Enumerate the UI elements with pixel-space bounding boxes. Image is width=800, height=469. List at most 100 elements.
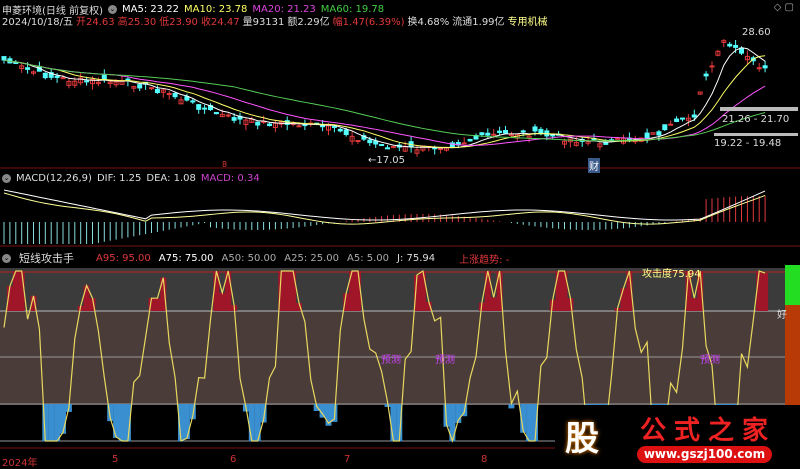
collapse-icon[interactable]: ⌄ (2, 174, 11, 183)
dif-value: DIF: 1.25 (96, 173, 142, 184)
candle (438, 147, 444, 150)
attack-fill (691, 298, 698, 311)
candle (267, 123, 272, 127)
candle (691, 114, 697, 118)
candle (733, 45, 739, 48)
attack-label: 攻击度75.94 (642, 269, 701, 280)
candle (13, 62, 19, 65)
zone-lower-label: 19.22 - 19.48 (714, 138, 782, 149)
candle (461, 142, 467, 145)
candle (497, 130, 503, 134)
dif-line (3, 189, 766, 221)
candle (166, 93, 172, 96)
weak-fill (60, 404, 66, 434)
attack-fill (620, 288, 627, 311)
macd-title[interactable]: MACD(12,26,9) (16, 173, 92, 184)
attack-fill (490, 297, 497, 311)
a50-value: A50: 50.00 (221, 252, 277, 264)
weak-fill (54, 404, 61, 442)
watermark: 股 公式之家 www.gszj100.com (555, 405, 800, 466)
candle (337, 128, 343, 132)
weak-fill (390, 404, 397, 442)
attack-fill (154, 298, 161, 311)
candle (491, 133, 497, 136)
candle (225, 114, 231, 117)
axis-label-6: 6 (230, 454, 237, 465)
candle (739, 47, 744, 54)
ma60-line (3, 59, 766, 142)
candle (485, 132, 491, 136)
candle (656, 131, 662, 136)
axis-label-5: 5 (112, 454, 119, 465)
candle (25, 67, 31, 70)
candle (644, 132, 650, 139)
candle (680, 117, 685, 120)
a5-value: A5: 5.00 (347, 252, 390, 264)
candle (60, 77, 66, 80)
event-marker[interactable]: 8 (222, 160, 227, 169)
weak-fill (113, 404, 120, 438)
trend-label: 上涨趋势: - (459, 254, 510, 266)
attack-fill (561, 271, 568, 311)
watermark-logo: 股 (565, 419, 599, 459)
candle (343, 129, 349, 135)
candle (674, 118, 680, 122)
attack-fill (419, 271, 426, 311)
signal-label-3: 预测 (700, 355, 720, 366)
a25-value: A25: 25.00 (284, 252, 339, 264)
candle (154, 88, 160, 94)
candle (727, 43, 733, 47)
candle (668, 123, 674, 126)
weak-fill (526, 404, 533, 442)
macd-value: MACD: 0.34 (200, 173, 260, 184)
candle (172, 92, 178, 98)
a75-value: A75: 75.00 (158, 252, 214, 264)
candle (479, 132, 485, 136)
a95-value: A95: 95.00 (96, 252, 151, 264)
watermark-name: 公式之家 (640, 416, 777, 446)
candle (615, 137, 621, 140)
axis-label-8: 8 (481, 454, 488, 465)
candle (703, 73, 709, 77)
attack-fill (284, 271, 291, 311)
weak-fill (248, 404, 255, 442)
candle (756, 67, 762, 70)
weak-fill (254, 404, 261, 442)
candle (1, 56, 7, 61)
candle (355, 140, 361, 143)
attack-fill (290, 271, 297, 311)
indicator-header: ⌄ 短线攻击手 A95: 95.00 A75: 75.00 A50: 50.00… (2, 250, 509, 266)
candle (101, 74, 107, 80)
candle (42, 72, 48, 79)
chart-canvas[interactable] (0, 0, 800, 466)
right-mark: 好 (777, 310, 787, 321)
weak-fill (119, 404, 125, 442)
attack-fill (484, 271, 491, 311)
j-value: J: 75.94 (397, 252, 436, 264)
candle (603, 142, 609, 145)
finance-marker[interactable]: 财 (588, 158, 600, 173)
resistance-zone (720, 107, 798, 111)
candle (149, 87, 154, 90)
weak-fill (48, 404, 55, 442)
candle (520, 130, 526, 133)
candle (54, 75, 60, 78)
high-price-label: 28.60 (742, 27, 771, 38)
candle (379, 144, 385, 147)
weak-fill (183, 404, 190, 440)
signal-label-1: 预测 (381, 355, 401, 366)
indicator-title[interactable]: 短线攻击手 (19, 250, 74, 266)
attack-fill (555, 271, 562, 311)
candle (320, 124, 326, 128)
axis-label-7: 7 (344, 454, 351, 465)
candle (213, 112, 219, 115)
candle (202, 107, 208, 110)
signal-label-2: 预测 (435, 355, 455, 366)
support-zone (714, 133, 798, 136)
candle (84, 80, 90, 83)
collapse-icon[interactable]: ⌄ (2, 253, 11, 263)
macd-header: ⌄ MACD(12,26,9) DIF: 1.25 DEA: 1.08 MACD… (2, 173, 260, 184)
candle (662, 124, 668, 131)
strength-bar-red (785, 305, 800, 405)
candle (190, 100, 196, 103)
